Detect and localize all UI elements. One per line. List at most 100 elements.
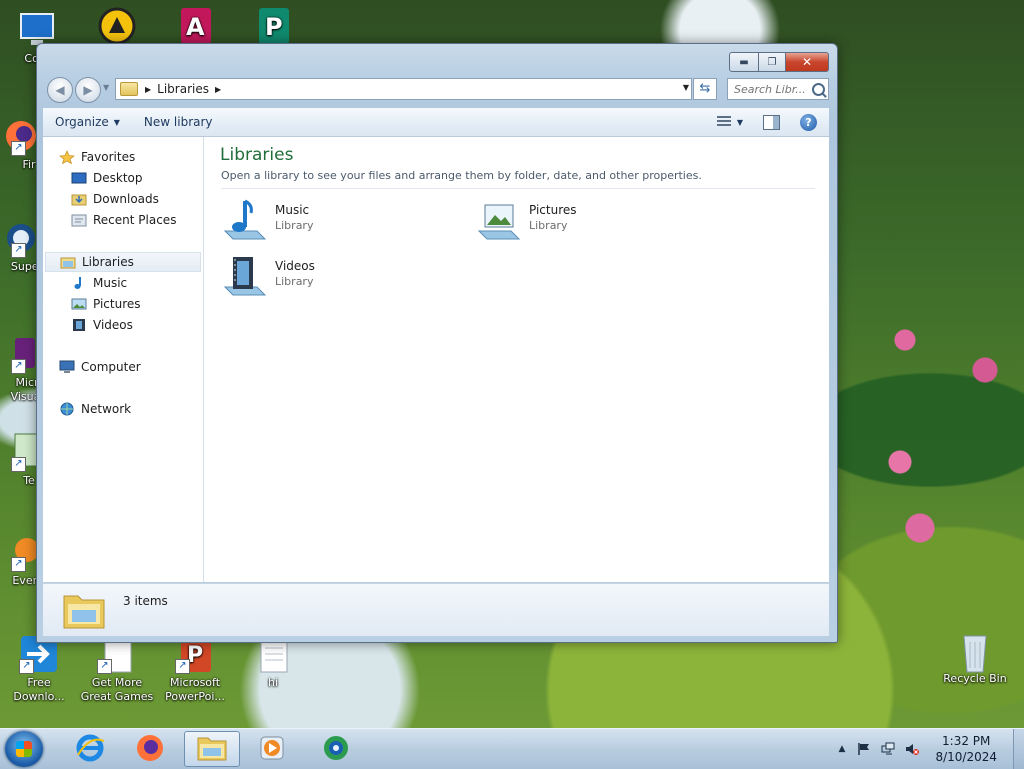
clock-date: 8/10/2024 [935, 750, 997, 764]
nav-item-downloads[interactable]: Downloads [71, 189, 201, 209]
minimize-icon: ▬ [739, 56, 749, 68]
new-library-button[interactable]: New library [132, 115, 225, 129]
computer-icon [59, 360, 75, 374]
search-input[interactable] [728, 81, 810, 97]
search-box[interactable] [727, 78, 829, 100]
nav-item-label: Videos [93, 318, 133, 332]
library-folder-icon [62, 590, 106, 630]
library-tile-videos[interactable]: Videos Library [221, 253, 461, 303]
minimize-button[interactable]: ▬ [729, 52, 759, 72]
videos-library-icon [221, 253, 269, 301]
preview-pane-icon[interactable] [763, 114, 780, 130]
star-icon [58, 150, 76, 165]
taskbar: ▲ 1:32 PM 8/10/2024 [0, 728, 1024, 769]
library-tile-music[interactable]: Music Library [221, 197, 461, 247]
back-button[interactable]: ◀ [47, 77, 73, 103]
nav-item-favorites[interactable]: Favorites [58, 147, 199, 167]
address-history-dropdown[interactable]: ▼ [683, 83, 689, 92]
nav-item-label: Computer [81, 360, 141, 374]
forward-button[interactable]: ▶ [75, 77, 101, 103]
te-app-icon: ↗ [0, 432, 38, 472]
library-name: Videos [275, 259, 315, 273]
desktop-icon-powerpoint[interactable]: P ↗ Microsoft PowerPoi... [158, 634, 232, 704]
nav-item-computer[interactable]: Computer [59, 357, 199, 377]
system-tray: ▲ 1:32 PM 8/10/2024 [839, 729, 1024, 769]
breadcrumb-libraries[interactable]: Libraries [157, 82, 209, 96]
breadcrumb-separator-icon[interactable]: ▶ [215, 85, 221, 94]
recent-places-icon [71, 213, 87, 227]
window-content: Favorites Desktop Downloads Recent Place… [43, 137, 829, 582]
chevron-down-icon: ▼ [113, 117, 120, 127]
desktop-icon-label: Recycle Bin [943, 672, 1007, 685]
network-status-icon[interactable] [881, 742, 895, 756]
app-yellow-icon [97, 6, 137, 46]
taskbar-firefox[interactable] [122, 731, 178, 767]
details-pane: 3 items [43, 583, 829, 636]
taskbar-app-globe[interactable] [308, 731, 364, 767]
desktop-icon-label: hi [267, 676, 279, 689]
close-button[interactable]: ✕ [786, 52, 829, 72]
nav-item-network[interactable]: Network [59, 399, 199, 419]
libraries-icon [120, 82, 138, 96]
visual-studio-icon: ↗ [0, 334, 37, 374]
organize-button[interactable]: Organize ▼ [43, 115, 132, 129]
command-bar: Organize ▼ New library ▼ ? [43, 108, 829, 137]
clock[interactable]: 1:32 PM 8/10/2024 [935, 733, 997, 765]
svg-text:P: P [265, 13, 283, 41]
change-view-icon[interactable] [716, 116, 731, 128]
taskbar-file-explorer[interactable] [184, 731, 240, 767]
action-center-flag-icon[interactable] [857, 742, 871, 756]
address-bar[interactable]: ▶ Libraries ▶ ▼ [115, 78, 692, 100]
close-icon: ✕ [801, 55, 813, 69]
desktop-icon-free-download[interactable]: ↗ Free Downlo... [2, 634, 76, 704]
nav-item-desktop[interactable]: Desktop [71, 168, 201, 188]
pictures-library-icon [475, 197, 523, 245]
desktop-icon-app-yellow[interactable] [80, 6, 154, 48]
everything-app-icon: ↗ [0, 532, 39, 572]
desktop-icon-recycle-bin[interactable]: Recycle Bin [938, 630, 1012, 686]
desktop-icon-get-more-games[interactable]: ↗ Get More Great Games [80, 634, 154, 704]
library-type: Library [275, 275, 314, 288]
nav-item-label: Music [93, 276, 128, 290]
search-icon[interactable] [812, 82, 825, 96]
desktop-icon-label: Free Downlo... [13, 676, 65, 703]
recent-pages-button[interactable]: ▼ [103, 83, 109, 92]
start-button[interactable] [5, 731, 43, 767]
refresh-button[interactable]: ⇆ [693, 78, 717, 100]
desktop-icon-access[interactable]: A [158, 6, 232, 48]
nav-item-label: Favorites [81, 150, 136, 164]
globe-icon [321, 733, 351, 766]
show-desktop-button[interactable] [1013, 729, 1024, 769]
view-options-chevron-icon[interactable]: ▼ [737, 118, 743, 127]
explorer-window: ▬ ❐ ✕ ◀ ▶ ▼ ▶ Libraries ▶ ▼ ⇆ Search Lib… [36, 43, 838, 643]
nav-item-music[interactable]: Music [71, 273, 201, 293]
super-app-icon: ↗ [0, 218, 37, 258]
desktop-icon-publisher[interactable]: P [236, 6, 310, 48]
music-note-icon [71, 276, 87, 290]
help-icon[interactable]: ? [800, 113, 817, 131]
downloads-folder-icon [71, 192, 87, 206]
nav-item-label: Libraries [82, 255, 134, 269]
library-tile-pictures[interactable]: Pictures Library [475, 197, 715, 247]
library-name: Music [275, 203, 310, 217]
nav-item-libraries[interactable]: Libraries [45, 252, 201, 272]
libraries-main-pane: Libraries Open a library to see your fil… [205, 137, 829, 582]
volume-muted-icon[interactable] [905, 742, 920, 756]
taskbar-internet-explorer[interactable] [62, 731, 118, 767]
nav-item-recent-places[interactable]: Recent Places [71, 210, 201, 230]
nav-item-label: Downloads [93, 192, 159, 206]
publisher-app-icon: P [253, 6, 293, 46]
page-title: Libraries [220, 145, 294, 165]
libraries-icon [60, 255, 76, 269]
taskbar-media-player[interactable] [244, 731, 300, 767]
nav-item-videos[interactable]: Videos [71, 315, 201, 335]
nav-item-pictures[interactable]: Pictures [71, 294, 201, 314]
show-hidden-icons-icon[interactable]: ▲ [839, 744, 846, 754]
maximize-button[interactable]: ❐ [759, 52, 786, 72]
desktop-icon-label: Get More Great Games [80, 676, 154, 703]
library-name: Pictures [529, 203, 577, 217]
page-subtitle: Open a library to see your files and arr… [221, 169, 702, 182]
breadcrumb-separator-icon[interactable]: ▶ [145, 85, 151, 94]
window-controls: ▬ ❐ ✕ [729, 52, 829, 72]
arrow-right-icon: ▶ [83, 83, 93, 97]
